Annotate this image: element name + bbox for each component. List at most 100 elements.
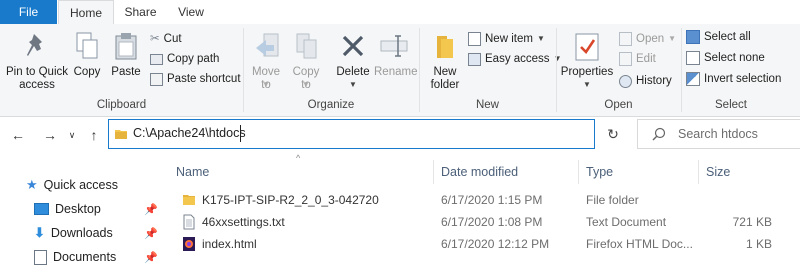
- file-size: 1 KB: [745, 237, 772, 251]
- search-placeholder[interactable]: Search htdocs: [678, 127, 758, 141]
- open-button[interactable]: Open ▼: [619, 30, 676, 48]
- history-label: History: [636, 75, 672, 87]
- column-divider[interactable]: [698, 160, 699, 184]
- new-folder-icon: [437, 36, 453, 58]
- clipboard-icon: [115, 33, 137, 60]
- nav-item-label: Desktop: [55, 202, 101, 216]
- invert-selection-label: Invert selection: [704, 73, 782, 85]
- chevron-down-icon: ▼: [262, 80, 270, 89]
- copy-button[interactable]: Copy: [70, 30, 104, 96]
- folder-icon: [183, 195, 195, 205]
- up-button[interactable]: ↑: [85, 124, 103, 146]
- back-arrow-icon: ←: [11, 127, 25, 143]
- file-row[interactable]: 46xxsettings.txt 6/17/2020 1:08 PM Text …: [176, 211, 786, 233]
- chevron-down-icon: ▼: [349, 80, 357, 89]
- address-path[interactable]: C:\Apache24\htdocs: [133, 126, 246, 140]
- paste-button[interactable]: Paste: [108, 30, 144, 96]
- copy-path-label: Copy path: [167, 53, 220, 65]
- rename-icon: [380, 35, 408, 57]
- column-header-name[interactable]: Name: [176, 160, 426, 184]
- move-to-button[interactable]: Move to ▼: [248, 30, 284, 96]
- paste-shortcut-label: Paste shortcut: [167, 73, 241, 85]
- back-button[interactable]: ←: [8, 124, 28, 146]
- properties-label: Properties: [560, 66, 614, 78]
- folder-icon: [115, 130, 127, 139]
- pin-icon: 📌: [144, 204, 158, 216]
- nav-item-downloads[interactable]: ⬇ Downloads: [34, 222, 113, 244]
- file-row[interactable]: K175-IPT-SIP-R2_2_0_3-042720 6/17/2020 1…: [176, 189, 786, 211]
- copy-icon: [76, 32, 98, 59]
- refresh-button[interactable]: ↻: [600, 120, 626, 148]
- rename-label: Rename: [374, 66, 418, 78]
- copy-label: Copy: [73, 66, 101, 78]
- tab-share[interactable]: Share: [118, 0, 163, 24]
- paste-shortcut-icon: [150, 72, 163, 86]
- pin-to-quick-access-label: Pin to Quick access: [6, 66, 68, 91]
- nav-item-label: Quick access: [43, 178, 118, 192]
- cut-label: Cut: [163, 33, 182, 45]
- forward-button[interactable]: →: [40, 124, 60, 146]
- chevron-down-icon: ▼: [536, 34, 545, 43]
- refresh-icon: ↻: [607, 126, 619, 142]
- open-group-label: Open: [604, 99, 633, 111]
- file-type: Text Document: [586, 215, 667, 229]
- pin-to-quick-access-button[interactable]: Pin to Quick access: [6, 30, 68, 96]
- invert-selection-button[interactable]: Invert selection: [686, 70, 781, 88]
- select-all-label: Select all: [704, 31, 751, 43]
- column-divider[interactable]: [578, 160, 579, 184]
- tab-home[interactable]: Home: [58, 0, 114, 26]
- open-icon: [619, 32, 632, 46]
- pin-icon: 📌: [144, 252, 158, 264]
- column-header-size[interactable]: Size: [706, 160, 776, 184]
- tab-view[interactable]: View: [170, 0, 212, 24]
- new-group-label: New: [475, 99, 499, 111]
- history-button[interactable]: History: [619, 72, 672, 90]
- copy-path-icon: [150, 53, 163, 65]
- new-item-label: New item: [485, 33, 533, 45]
- new-item-icon: [468, 32, 481, 46]
- search-icon: [652, 127, 666, 141]
- column-divider[interactable]: [433, 160, 434, 184]
- select-none-button[interactable]: Select none: [686, 49, 765, 67]
- nav-item-quick-access[interactable]: ★ Quick access: [26, 174, 118, 196]
- star-icon: ★: [26, 177, 38, 192]
- properties-icon: [575, 33, 599, 61]
- file-type: Firefox HTML Doc...: [586, 237, 693, 251]
- file-name: K175-IPT-SIP-R2_2_0_3-042720: [202, 193, 379, 207]
- properties-button[interactable]: Properties ▼: [560, 30, 614, 96]
- nav-item-documents[interactable]: Documents: [34, 246, 116, 268]
- pin-icon: [27, 34, 42, 56]
- select-all-button[interactable]: Select all: [686, 28, 751, 46]
- delete-button[interactable]: Delete ▼: [334, 30, 372, 96]
- select-none-icon: [686, 51, 700, 65]
- history-icon: [619, 74, 632, 88]
- edit-label: Edit: [636, 53, 656, 65]
- nav-item-desktop[interactable]: Desktop: [34, 198, 101, 220]
- document-icon: [34, 249, 47, 265]
- select-all-icon: [686, 30, 700, 44]
- new-folder-button[interactable]: New folder: [424, 30, 466, 96]
- copy-to-button[interactable]: Copy to ▼: [288, 30, 324, 96]
- easy-access-icon: [468, 52, 481, 66]
- file-date: 6/17/2020 1:08 PM: [441, 215, 543, 229]
- text-file-icon: [183, 214, 195, 230]
- desktop-icon: [34, 203, 49, 215]
- column-header-type[interactable]: Type: [586, 160, 694, 184]
- cut-button[interactable]: ✂ Cut: [150, 30, 182, 48]
- forward-arrow-icon: →: [43, 127, 57, 143]
- column-header-date-modified[interactable]: Date modified: [441, 160, 576, 184]
- copy-path-button[interactable]: Copy path: [150, 50, 219, 68]
- copy-to-icon: [296, 33, 317, 59]
- easy-access-button[interactable]: Easy access ▼: [468, 50, 561, 68]
- recent-locations-button[interactable]: ∨: [65, 124, 79, 146]
- file-date: 6/17/2020 1:15 PM: [441, 193, 543, 207]
- rename-button[interactable]: Rename: [374, 30, 418, 96]
- file-row[interactable]: index.html 6/17/2020 12:12 PM Firefox HT…: [176, 233, 786, 255]
- paste-shortcut-button[interactable]: Paste shortcut: [150, 70, 241, 88]
- tab-file[interactable]: File: [0, 0, 57, 24]
- new-item-button[interactable]: New item ▼: [468, 30, 545, 48]
- file-type: File folder: [586, 193, 639, 207]
- pin-icon: 📌: [144, 228, 158, 240]
- edit-button[interactable]: Edit: [619, 50, 656, 68]
- select-group-label: Select: [715, 99, 747, 111]
